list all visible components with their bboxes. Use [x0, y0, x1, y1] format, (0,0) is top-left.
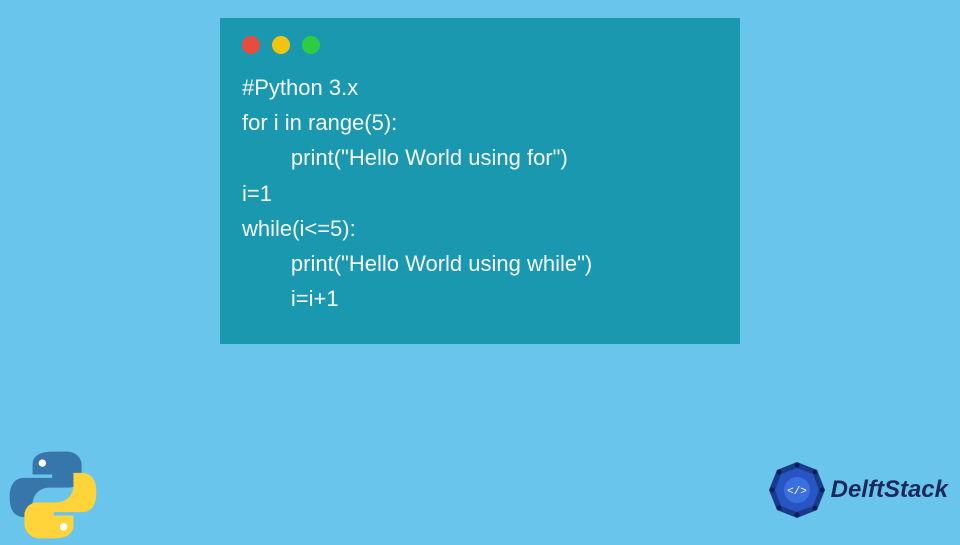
- code-line: while(i<=5):: [242, 216, 356, 241]
- code-block: #Python 3.x for i in range(5): print("He…: [242, 70, 718, 316]
- code-line: i=1: [242, 181, 272, 206]
- delftstack-emblem-icon: </>: [767, 460, 827, 520]
- svg-text:</>: </>: [787, 486, 807, 498]
- code-line: print("Hello World using for"): [242, 145, 568, 170]
- code-line: for i in range(5):: [242, 110, 397, 135]
- code-line: print("Hello World using while"): [242, 251, 592, 276]
- close-icon: [242, 36, 260, 54]
- brand-name: DelftStack: [831, 476, 948, 504]
- maximize-icon: [302, 36, 320, 54]
- code-line: #Python 3.x: [242, 75, 358, 100]
- code-window: #Python 3.x for i in range(5): print("He…: [220, 18, 740, 344]
- delftstack-logo: </> DelftStack: [767, 460, 948, 520]
- code-line: i=i+1: [242, 286, 339, 311]
- window-traffic-lights: [242, 36, 718, 54]
- python-logo-icon: [8, 450, 98, 540]
- minimize-icon: [272, 36, 290, 54]
